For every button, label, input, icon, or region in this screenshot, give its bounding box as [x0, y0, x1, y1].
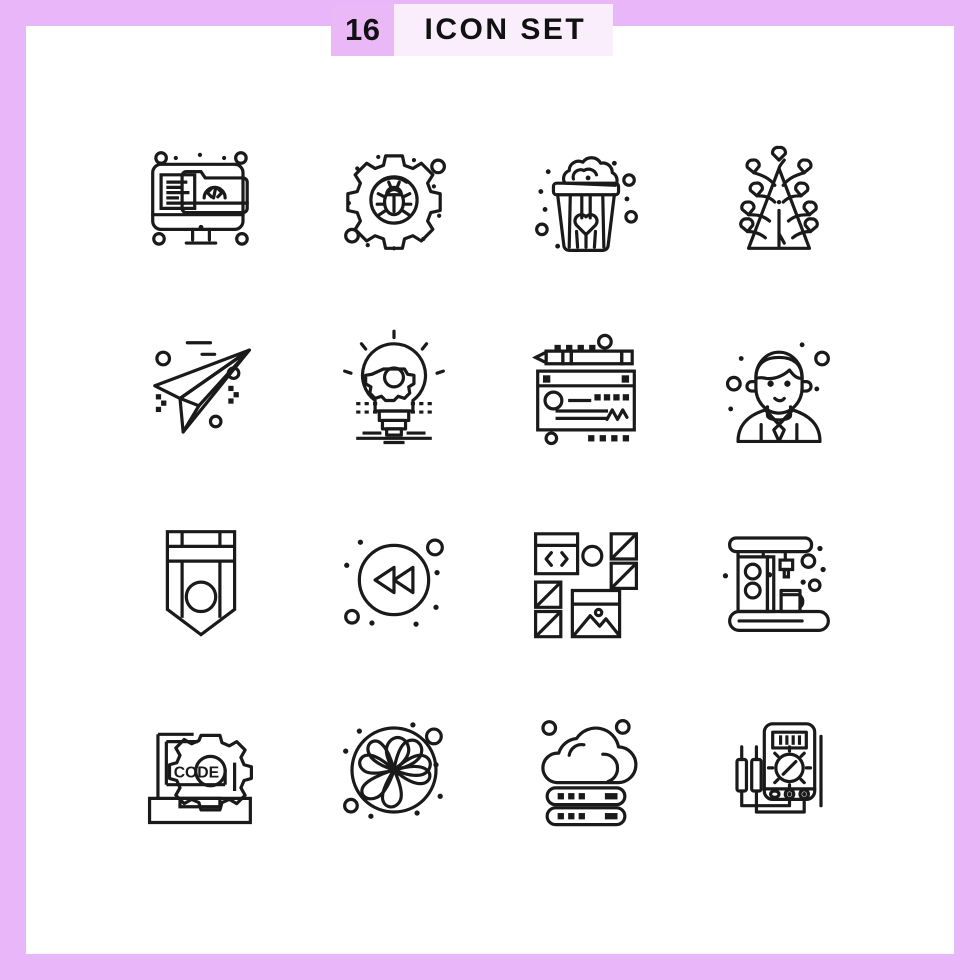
icon-cell-rewind[interactable]	[298, 485, 491, 675]
icon-cell-bug-gear[interactable]	[298, 105, 491, 295]
icon-cell-flower-fan[interactable]	[298, 675, 491, 865]
cloud-server-icon	[523, 707, 649, 833]
coffee-machine-icon	[722, 517, 842, 643]
icon-cell-multimeter[interactable]	[683, 675, 876, 865]
rewind-button-icon	[331, 517, 457, 627]
bug-gear-icon	[331, 137, 457, 251]
icon-cell-computer-code-folder[interactable]	[105, 105, 298, 295]
poster-header: 16 ICON SET	[331, 4, 614, 56]
computer-code-folder-icon	[138, 137, 264, 263]
love-tree-icon	[716, 137, 842, 263]
icon-cell-coffee-machine[interactable]	[683, 485, 876, 675]
web-layout-grid-icon	[523, 517, 649, 643]
businessman-avatar-icon	[716, 342, 842, 453]
icon-cell-popcorn[interactable]	[490, 105, 683, 295]
multimeter-icon	[716, 707, 842, 833]
cheque-pencil-icon	[523, 327, 649, 453]
icon-cell-love-tree[interactable]	[683, 105, 876, 295]
icon-cell-cloud-server[interactable]	[490, 675, 683, 865]
icon-cell-paper-plane[interactable]	[105, 295, 298, 485]
poster-title: ICON SET	[394, 4, 614, 56]
icon-cell-cheque[interactable]	[490, 295, 683, 485]
icon-cell-badge[interactable]	[105, 485, 298, 675]
icon-cell-lightbulb-gear[interactable]	[298, 295, 491, 485]
flower-fan-icon	[331, 722, 457, 819]
icon-grid: CODE	[105, 105, 875, 865]
paper-plane-icon	[138, 327, 264, 453]
icon-set-poster: 16 ICON SET CODE	[0, 0, 980, 980]
icon-cell-businessman[interactable]	[683, 295, 876, 485]
icon-cell-web-layout[interactable]	[490, 485, 683, 675]
svg-text:CODE: CODE	[174, 764, 219, 781]
popcorn-heart-icon	[523, 137, 649, 263]
icon-count-badge: 16	[331, 4, 395, 56]
icon-cell-laptop-code[interactable]: CODE	[105, 675, 298, 865]
badge-emblem-icon	[138, 517, 264, 643]
laptop-code-gear-icon: CODE	[138, 707, 264, 833]
lightbulb-gear-icon	[331, 327, 457, 453]
